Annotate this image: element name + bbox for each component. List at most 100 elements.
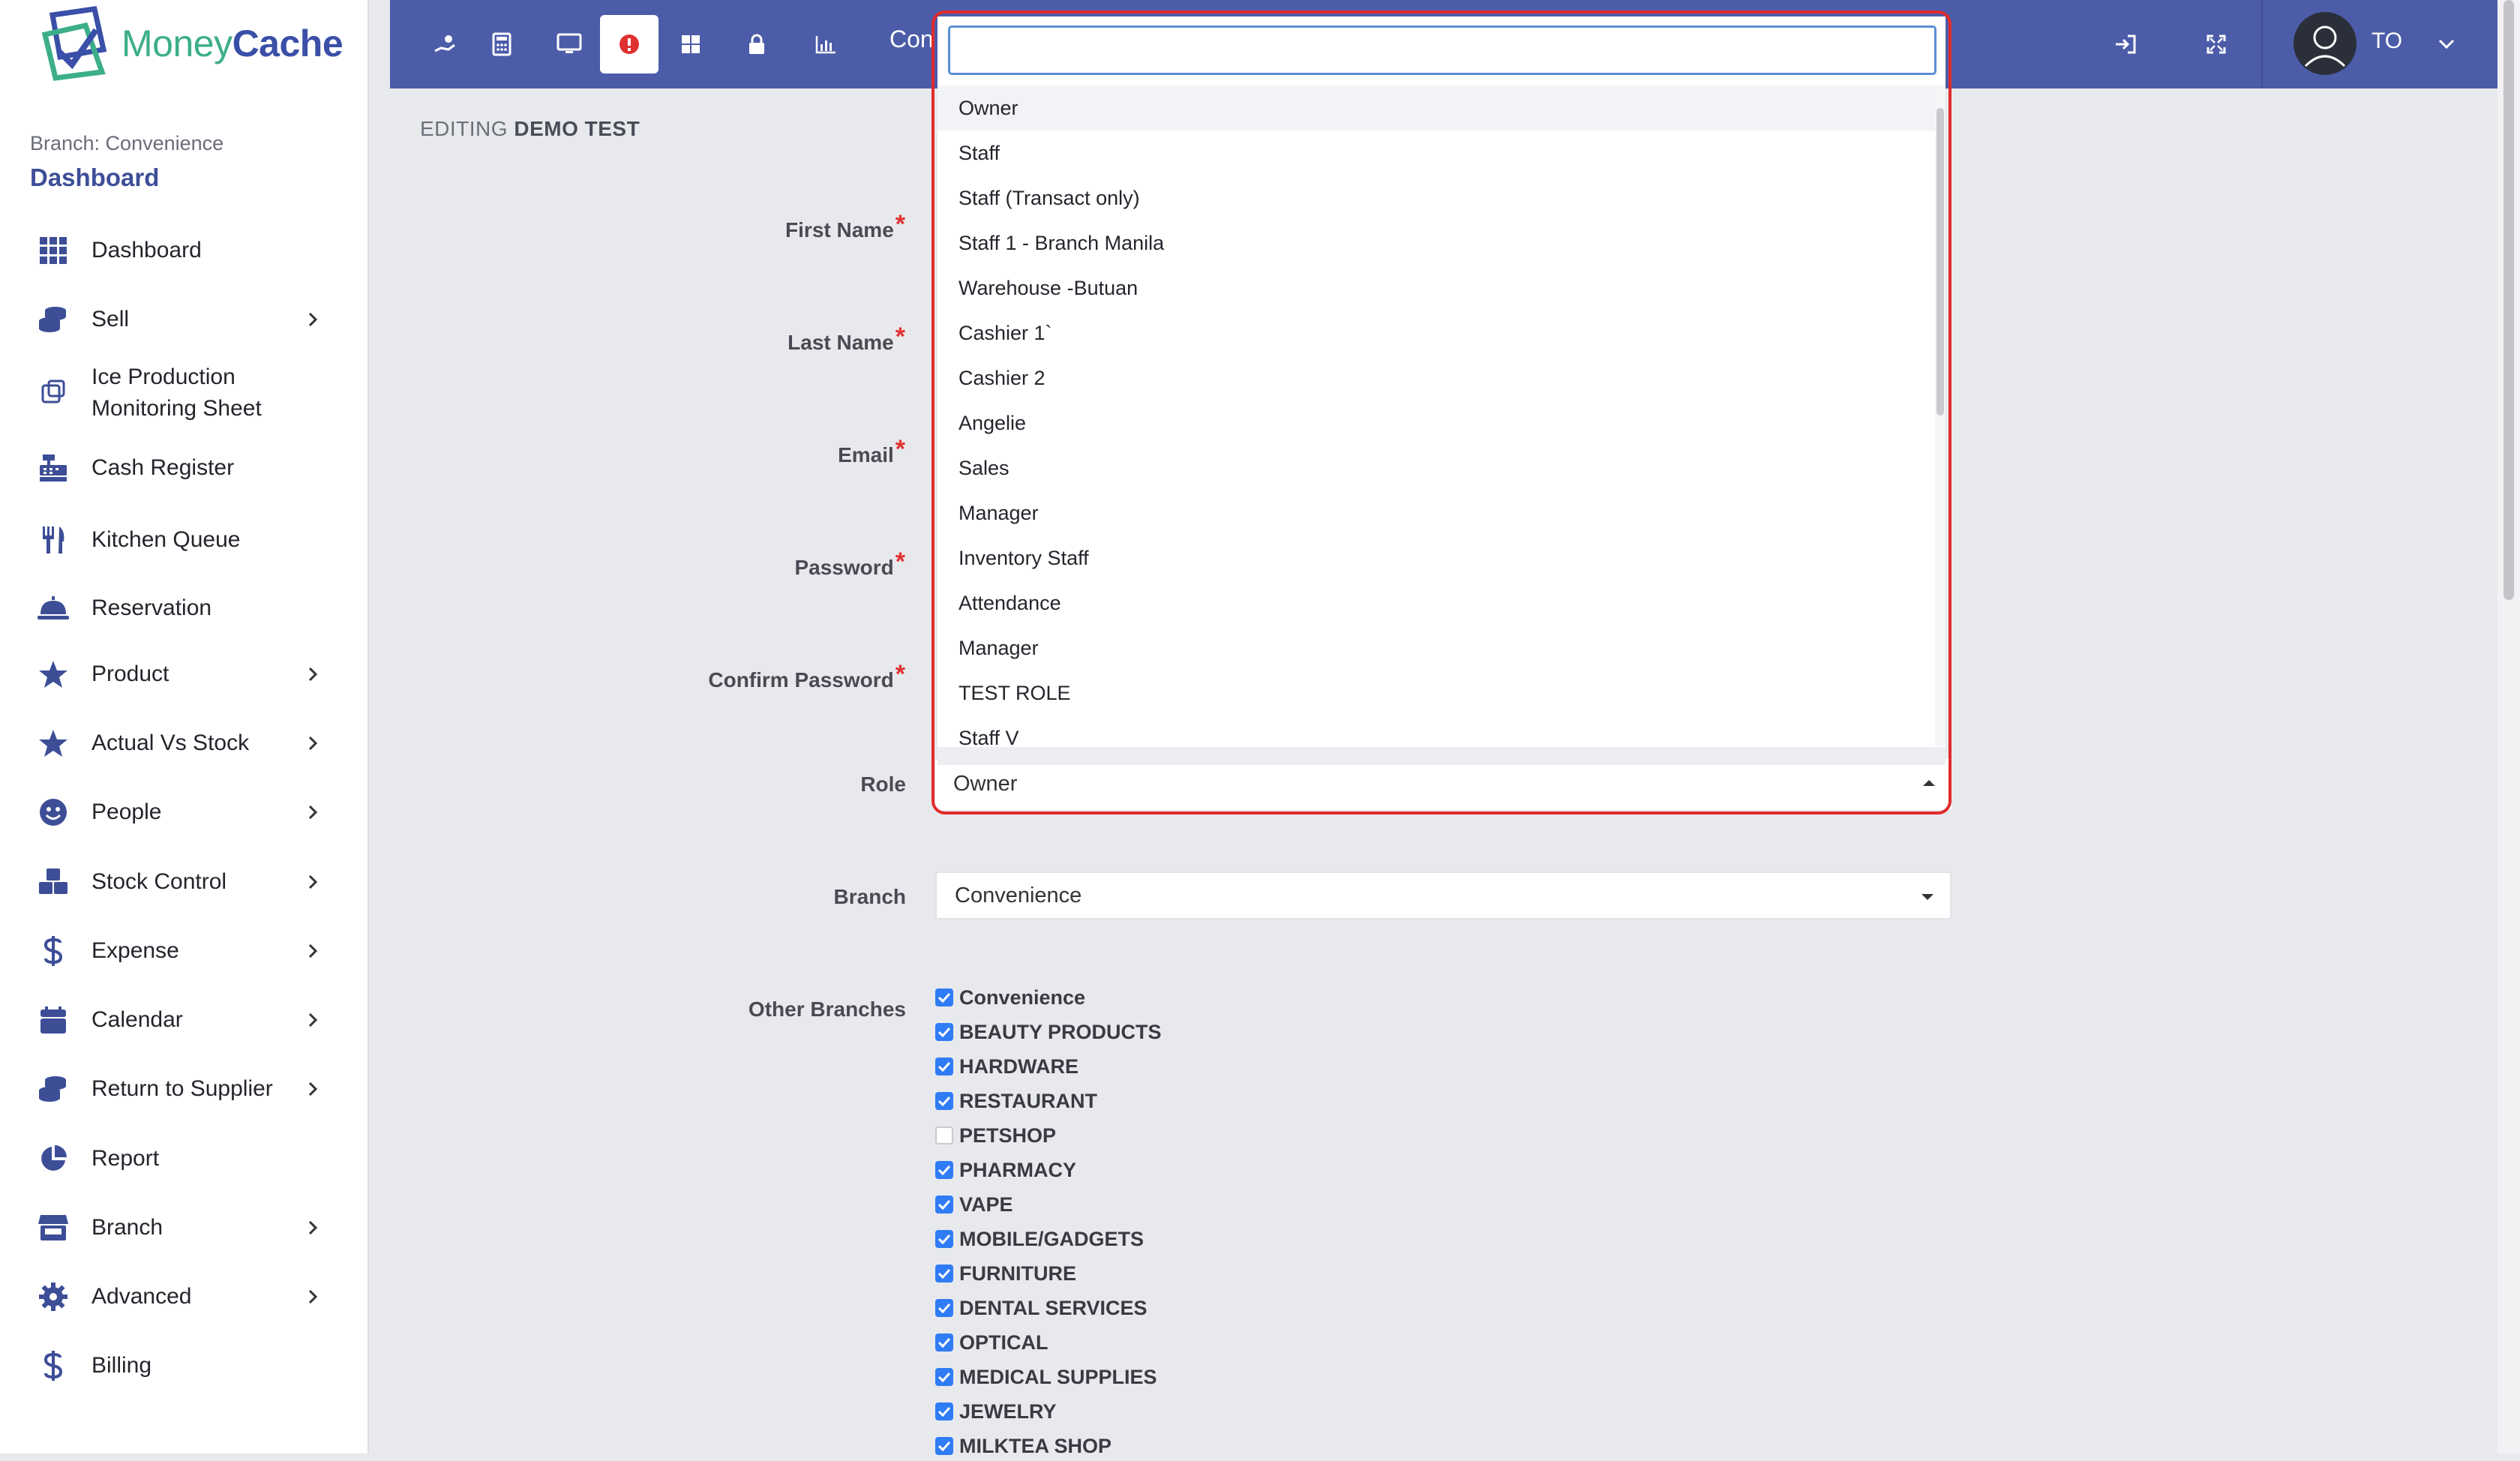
pie-chart-icon — [36, 1142, 70, 1176]
password-label-text: Password — [794, 556, 894, 579]
money-cache-logo-icon — [38, 4, 116, 82]
lock-icon[interactable] — [728, 15, 786, 74]
role-label: Role — [860, 772, 906, 796]
last-name-label-text: Last Name — [788, 331, 894, 354]
user-initials[interactable]: TO — [2372, 28, 2402, 54]
checkbox-checked-icon[interactable] — [935, 1437, 953, 1455]
monitor-icon[interactable] — [540, 15, 598, 74]
cash-register-icon — [36, 451, 70, 485]
bell-icon — [36, 591, 70, 626]
bar-chart-icon[interactable] — [796, 15, 855, 74]
brand-name-part2: Cache — [232, 22, 344, 64]
sign-in-icon[interactable] — [2096, 15, 2155, 74]
coins-icon — [36, 1072, 70, 1106]
grid-icon — [36, 233, 70, 268]
sidebar-section-title: Dashboard — [30, 164, 160, 191]
checkbox-checked-icon[interactable] — [935, 1161, 953, 1179]
branch-checkbox-row[interactable]: PHARMACY — [935, 1155, 1076, 1185]
ice-cube-icon — [36, 376, 70, 410]
checkbox-checked-icon[interactable] — [935, 1368, 953, 1386]
sidebar-item-expense[interactable]: Expense — [0, 935, 368, 967]
sidebar-item-cash-register[interactable]: Cash Register — [0, 452, 368, 484]
branch-checkbox-row[interactable]: FURNITURE — [935, 1258, 1076, 1288]
checkbox-checked-icon[interactable] — [935, 1058, 953, 1076]
sidebar-item-stock-control[interactable]: Stock Control — [0, 866, 368, 898]
page-scrollbar[interactable] — [2498, 0, 2520, 1454]
brand-name-part1: Money — [122, 22, 232, 64]
branch-checkbox-row[interactable]: RESTAURANT — [935, 1086, 1097, 1116]
sidebar-item-reservation[interactable]: Reservation — [0, 592, 368, 624]
branch-checkbox-row[interactable]: MEDICAL SUPPLIES — [935, 1362, 1157, 1392]
utensils-icon — [36, 523, 70, 557]
calculator-icon[interactable] — [472, 15, 531, 74]
user-avatar[interactable] — [2294, 12, 2356, 75]
branch-checkbox-row[interactable]: MILKTEA SHOP — [935, 1431, 1112, 1461]
branch-select[interactable]: Convenience — [935, 872, 1952, 920]
sidebar-item-label: Dashboard — [92, 238, 202, 262]
chevron-right-icon — [303, 1218, 322, 1238]
sidebar-item-sell[interactable]: Sell — [0, 304, 368, 335]
last-name-label: Last Name* — [788, 322, 905, 356]
checkbox-checked-icon[interactable] — [935, 1334, 953, 1352]
branch-checkbox-row[interactable]: DENTAL SERVICES — [935, 1293, 1148, 1323]
sidebar-item-billing[interactable]: Billing — [0, 1350, 368, 1382]
branch-checkbox-row[interactable]: VAPE — [935, 1190, 1013, 1220]
sidebar-item-label: Kitchen Queue — [92, 527, 241, 552]
sidebar-item-label: Report — [92, 1146, 160, 1171]
sidebar-item-label: Billing — [92, 1353, 152, 1378]
confirm-password-label-text: Confirm Password — [708, 668, 894, 692]
sidebar-item-label: Advanced — [92, 1284, 192, 1309]
sidebar-item-kitchen-queue[interactable]: Kitchen Queue — [0, 524, 368, 556]
branch-checkbox-label: FURNITURE — [959, 1262, 1076, 1285]
sidebar-item-dashboard[interactable]: Dashboard — [0, 235, 368, 266]
smile-icon — [36, 795, 70, 830]
page-scrollbar-thumb[interactable] — [2504, 0, 2514, 600]
password-label: Password* — [794, 548, 905, 581]
sidebar-item-actual-vs-stock[interactable]: Actual Vs Stock — [0, 728, 368, 759]
sidebar-item-label: Branch — [92, 1215, 164, 1240]
sidebar-item-label: Ice Production Monitoring Sheet — [92, 364, 262, 421]
chevron-right-icon — [303, 1079, 322, 1099]
coins-icon — [36, 302, 70, 337]
sidebar-item-product[interactable]: Product — [0, 658, 368, 690]
branch-checkbox-row[interactable]: BEAUTY PRODUCTS — [935, 1017, 1162, 1047]
brand-logo[interactable]: Money Cache — [38, 4, 344, 82]
branch-checkbox-row[interactable]: Convenience — [935, 982, 1085, 1012]
sidebar-item-label: Expense — [92, 938, 179, 963]
checkbox-unchecked-icon[interactable] — [935, 1126, 953, 1144]
sidebar-item-ice-production-monitoring-sheet[interactable]: Ice Production Monitoring Sheet — [0, 360, 368, 426]
chevron-down-icon[interactable] — [2424, 21, 2469, 66]
branch-checkbox-row[interactable]: MOBILE/GADGETS — [935, 1224, 1144, 1254]
topbar-divider — [2261, 0, 2263, 88]
branch-checkbox-label: DENTAL SERVICES — [959, 1296, 1148, 1319]
hand-coin-icon[interactable] — [416, 15, 474, 74]
branch-select-value: Convenience — [955, 884, 1082, 908]
sidebar-item-report[interactable]: Report — [0, 1143, 368, 1174]
checkbox-checked-icon[interactable] — [935, 1264, 953, 1282]
branch-checkbox-row[interactable]: OPTICAL — [935, 1328, 1048, 1358]
branch-checkbox-label: VAPE — [959, 1192, 1013, 1216]
sidebar-item-advanced[interactable]: Advanced — [0, 1281, 368, 1312]
branch-checkbox-label: MEDICAL SUPPLIES — [959, 1365, 1157, 1388]
checkbox-checked-icon[interactable] — [935, 988, 953, 1006]
checkbox-checked-icon[interactable] — [935, 1230, 953, 1248]
checkbox-checked-icon[interactable] — [935, 1402, 953, 1420]
alert-icon[interactable] — [600, 15, 658, 74]
branch-checkbox-row[interactable]: JEWELRY — [935, 1396, 1057, 1426]
branch-checkbox-row[interactable]: PETSHOP — [935, 1120, 1056, 1150]
fullscreen-icon[interactable] — [2187, 15, 2246, 74]
sidebar-item-label: Cash Register — [92, 455, 235, 480]
branch-checkbox-row[interactable]: HARDWARE — [935, 1052, 1078, 1082]
checkbox-checked-icon[interactable] — [935, 1299, 953, 1317]
grid-icon[interactable] — [662, 15, 720, 74]
sidebar-item-calendar[interactable]: Calendar — [0, 1004, 368, 1036]
checkbox-checked-icon[interactable] — [935, 1023, 953, 1041]
checkbox-checked-icon[interactable] — [935, 1196, 953, 1214]
branch-checkbox-label: HARDWARE — [959, 1054, 1078, 1078]
confirm-password-label: Confirm Password* — [708, 660, 905, 694]
sidebar-item-branch[interactable]: Branch — [0, 1212, 368, 1244]
checkbox-checked-icon[interactable] — [935, 1092, 953, 1110]
sidebar-item-people[interactable]: People — [0, 796, 368, 828]
sidebar-item-return-to-supplier[interactable]: Return to Supplier — [0, 1073, 368, 1105]
boxes-icon — [36, 865, 70, 899]
